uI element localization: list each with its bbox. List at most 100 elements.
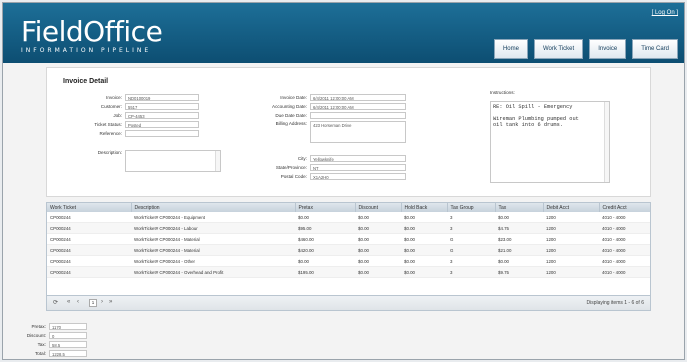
cell-description: WorkTicket# CP000244 - Material	[131, 233, 295, 245]
tax-total-field[interactable]: 58.5	[49, 341, 87, 348]
nav-work-ticket[interactable]: Work Ticket	[533, 39, 584, 59]
nav-time-card[interactable]: Time Card	[632, 39, 678, 59]
cell-work-ticket: CP000244	[47, 212, 131, 223]
cell-tax: $0.00	[495, 255, 543, 267]
cell-debit-acct: 1200	[543, 233, 599, 245]
col-discount[interactable]: Discount	[355, 203, 402, 212]
col-credit-acct[interactable]: Credit Acct	[599, 203, 651, 212]
col-tax-group[interactable]: Tax Group	[447, 203, 496, 212]
cell-discount: $0.00	[355, 266, 401, 278]
panel-title: Invoice Detail	[63, 78, 109, 85]
cell-description: WorkTicket# CP000244 - Other	[131, 255, 295, 267]
state-province-label: State/Province:	[275, 165, 307, 170]
city-field[interactable]: Yellowknife	[310, 155, 406, 162]
cell-hold-back: $0.00	[401, 212, 447, 223]
cell-hold-back: $0.00	[401, 266, 447, 278]
accounting-date-label: Accounting Date:	[272, 104, 307, 109]
header-banner: [ Log On ] FieldOffice INFORMATION PIPEL…	[3, 3, 684, 63]
postal-code-field[interactable]: X1A2H0	[310, 173, 406, 180]
tagline: INFORMATION PIPELINE	[21, 47, 152, 54]
city-label: City:	[297, 156, 307, 161]
cell-credit-acct: 4010 - 4000	[599, 244, 650, 256]
col-pretax[interactable]: Pretax	[295, 203, 356, 212]
col-tax[interactable]: Tax	[495, 203, 544, 212]
cell-discount: $0.00	[355, 212, 401, 223]
cell-hold-back: $0.00	[401, 244, 447, 256]
cell-tax-group: 3	[447, 266, 495, 278]
col-hold-back[interactable]: Hold Back	[401, 203, 448, 212]
next-page-icon[interactable]: ›	[101, 299, 103, 305]
cell-debit-acct: 1200	[543, 255, 599, 267]
nav-home[interactable]: Home	[493, 39, 528, 59]
invoice-field[interactable]: ND0100019	[125, 94, 199, 101]
cell-description: WorkTicket# CP000244 - Equipment	[131, 212, 295, 223]
table-row[interactable]: CP000244 WorkTicket# CP000244 - Other $0.0…	[47, 255, 650, 267]
invoice-detail-panel: Invoice Detail Invoice: ND0100019 Custome…	[46, 67, 651, 197]
col-debit-acct[interactable]: Debit Acct	[543, 203, 600, 212]
job-label: Job:	[113, 113, 122, 118]
invoice-lines-grid: Work Ticket Description Pretax Discount …	[46, 202, 651, 311]
cell-tax: $0.00	[495, 212, 543, 223]
invoice-lines-table: Work Ticket Description Pretax Discount …	[47, 203, 651, 278]
cell-credit-acct: 4010 - 4000	[599, 266, 650, 278]
cell-tax: $21.00	[495, 244, 543, 256]
cell-work-ticket: CP000244	[47, 244, 131, 256]
grand-total-label: Total:	[35, 351, 46, 356]
cell-pretax: $95.00	[295, 222, 355, 234]
pretax-total-field[interactable]: 1170	[49, 323, 87, 330]
grand-total-field[interactable]: 1228.5	[49, 350, 87, 357]
billing-address-label: Billing Address:	[275, 121, 307, 126]
instructions-scrollbar[interactable]	[604, 102, 609, 182]
reference-field[interactable]	[125, 130, 199, 137]
totals-section: Pretax: 1170 Discount: 0 Tax: 58.5 Total: 12…	[21, 323, 87, 359]
cell-description: WorkTicket# CP000244 - Labour	[131, 222, 295, 234]
cell-discount: $0.00	[355, 222, 401, 234]
cell-work-ticket: CP000244	[47, 266, 131, 278]
cell-credit-acct: 4010 - 4000	[599, 212, 650, 223]
pretax-total-label: Pretax:	[31, 324, 46, 329]
table-row[interactable]: CP000244 WorkTicket# CP000244 - Equipment…	[47, 212, 650, 223]
page-number-input[interactable]: 1	[89, 299, 97, 307]
cell-tax-group: 3	[447, 212, 495, 223]
cell-tax: $23.00	[495, 233, 543, 245]
invoice-date-field[interactable]: 6/4/2011 12:00:00 AM	[310, 94, 406, 101]
description-scrollbar[interactable]	[215, 151, 220, 171]
prev-page-icon[interactable]: ‹	[77, 299, 79, 305]
instructions-field[interactable]: RE: Oil Spill - Emergency Wireman Plumbi…	[490, 101, 610, 183]
description-field[interactable]	[125, 150, 221, 172]
cell-tax-group: 3	[447, 222, 495, 234]
refresh-icon[interactable]: ⟳	[53, 299, 58, 306]
cell-pretax: $460.00	[295, 233, 355, 245]
table-row[interactable]: CP000244 WorkTicket# CP000244 - Overhead …	[47, 266, 650, 278]
cell-debit-acct: 1200	[543, 266, 599, 278]
col-description[interactable]: Description	[131, 203, 296, 212]
log-on-link[interactable]: [ Log On ]	[652, 10, 678, 16]
table-row[interactable]: CP000244 WorkTicket# CP000244 - Material $…	[47, 233, 650, 245]
last-page-icon[interactable]: »	[109, 299, 112, 305]
grid-header-row: Work Ticket Description Pretax Discount …	[47, 203, 651, 212]
accounting-date-field[interactable]: 6/4/2011 12:00:00 AM	[310, 103, 406, 110]
table-row[interactable]: CP000244 WorkTicket# CP000244 - Material $…	[47, 244, 650, 256]
cell-tax-group: 3	[447, 255, 495, 267]
invoice-date-label: Invoice Date:	[280, 95, 307, 100]
first-page-icon[interactable]: «	[67, 299, 70, 305]
billing-address-field[interactable]: 423 Horseman Drive	[310, 121, 406, 143]
due-date-field[interactable]	[310, 112, 406, 119]
cell-debit-acct: 1200	[543, 222, 599, 234]
customer-field[interactable]: 5517	[125, 103, 199, 110]
discount-total-field[interactable]: 0	[49, 332, 87, 339]
customer-label: Customer:	[100, 104, 122, 109]
col-work-ticket[interactable]: Work Ticket	[47, 203, 132, 212]
logo-office-text: Office	[83, 15, 163, 48]
main-nav: Home Work Ticket Invoice Time Card	[493, 39, 678, 59]
description-label: Description:	[97, 150, 122, 155]
nav-invoice[interactable]: Invoice	[589, 39, 627, 59]
table-row[interactable]: CP000244 WorkTicket# CP000244 - Labour $95…	[47, 222, 650, 234]
job-field[interactable]: CP-4453	[125, 112, 199, 119]
state-province-field[interactable]: NT	[310, 164, 406, 171]
due-date-label: Due Date Date:	[275, 113, 307, 118]
field-office-logo: FieldOffice	[21, 15, 163, 48]
cell-tax: $4.75	[495, 222, 543, 234]
cell-tax: $9.75	[495, 266, 543, 278]
ticket-status-field[interactable]: Posted	[125, 121, 199, 128]
